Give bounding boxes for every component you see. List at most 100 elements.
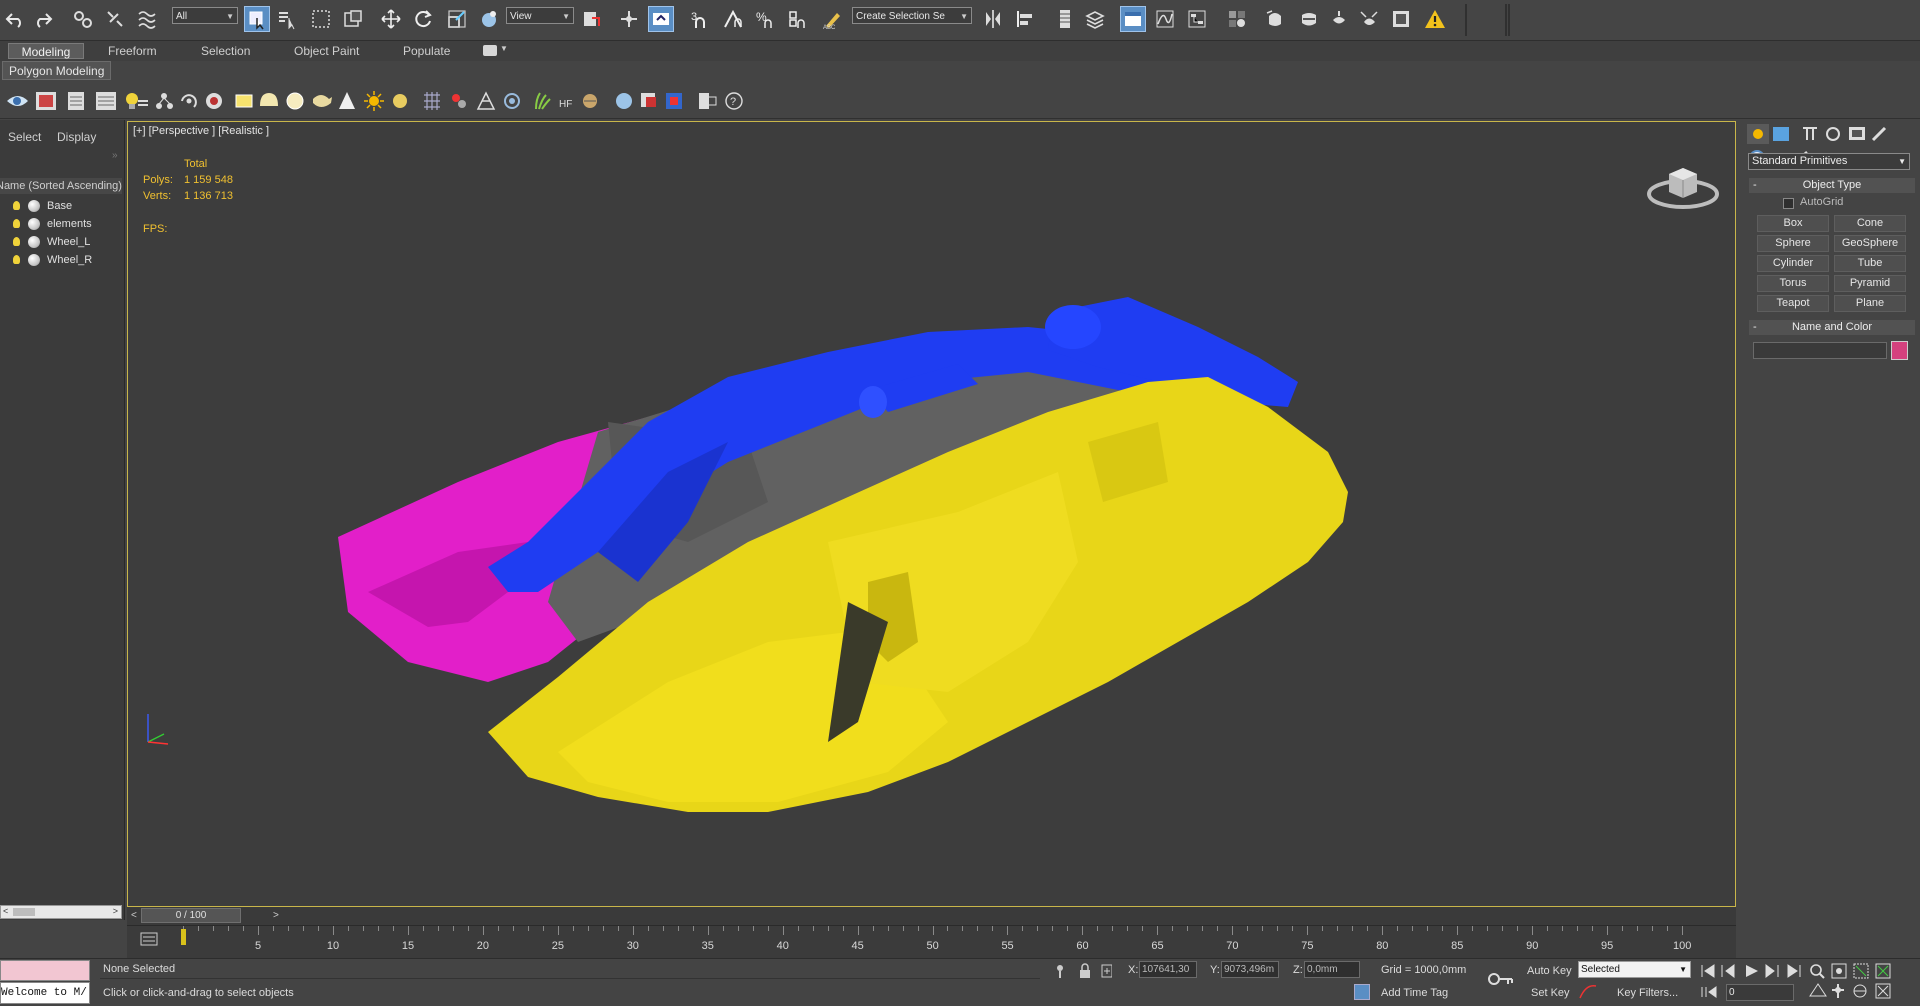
display-none-icon[interactable] bbox=[7, 96, 28, 106]
sun-light-icon[interactable] bbox=[364, 91, 384, 111]
auto-key-button[interactable]: Auto Key bbox=[1527, 965, 1572, 977]
maxscript-listener[interactable]: Welcome to M/ bbox=[0, 982, 90, 1004]
scene-explorer-column-header[interactable]: Name (Sorted Ascending) bbox=[0, 178, 122, 194]
space-warp-icon[interactable] bbox=[504, 93, 520, 109]
ribbon-panel-label[interactable]: Polygon Modeling bbox=[2, 61, 112, 80]
time-prev-icon[interactable]: < bbox=[131, 910, 137, 921]
current-frame-field[interactable]: 0 bbox=[1726, 984, 1794, 1001]
geosphere-button[interactable]: GeoSphere bbox=[1834, 235, 1906, 252]
time-slider[interactable]: < 0 / 100 > bbox=[127, 907, 1736, 925]
spinner-snap-icon[interactable] bbox=[784, 6, 810, 32]
window-crossing-icon[interactable] bbox=[340, 6, 366, 32]
box-primitive-icon[interactable] bbox=[235, 94, 253, 108]
select-by-name-icon[interactable] bbox=[274, 6, 300, 32]
render-setup-icon[interactable] bbox=[1262, 6, 1288, 32]
render-production-icon[interactable] bbox=[1326, 6, 1352, 32]
viewport-navigation-controls[interactable] bbox=[1808, 962, 1918, 1002]
scroll-left-icon[interactable]: < bbox=[3, 906, 8, 916]
time-next-icon[interactable]: > bbox=[273, 910, 279, 921]
mirror-icon[interactable] bbox=[980, 6, 1006, 32]
object-name-field[interactable] bbox=[1753, 342, 1887, 359]
named-selection-set-dropdown[interactable]: Create Selection Se ▼ bbox=[852, 7, 972, 24]
toggle-scene-explorer-icon[interactable] bbox=[1052, 6, 1078, 32]
object-sphere-icon[interactable] bbox=[28, 254, 40, 266]
hierarchy-icon[interactable] bbox=[156, 93, 173, 109]
pivot-center-icon[interactable] bbox=[578, 6, 604, 32]
status-toggles[interactable] bbox=[1052, 962, 1112, 980]
edit-named-selection-icon[interactable]: ABC bbox=[820, 6, 846, 32]
track-bar[interactable]: 5 10 15 20 25 30 35 40 45 50 55 60 65 70 75 80 85 90 95 100 bbox=[127, 925, 1736, 959]
plane-button[interactable]: Plane bbox=[1834, 295, 1906, 312]
cone-button[interactable]: Cone bbox=[1834, 215, 1906, 232]
ribbon-options-chevron-icon[interactable]: ▼ bbox=[500, 44, 508, 53]
set-key-mode-key-icon[interactable] bbox=[1488, 971, 1514, 987]
scrollbar-thumb[interactable] bbox=[13, 908, 35, 916]
redo-icon[interactable] bbox=[30, 6, 56, 32]
scene-item-wheel-r[interactable]: Wheel_R bbox=[0, 252, 122, 269]
scene-item-elements[interactable]: elements bbox=[0, 216, 122, 233]
maxscript-listener-top[interactable] bbox=[0, 960, 90, 981]
box-button[interactable]: Box bbox=[1757, 215, 1829, 232]
teapot-icon[interactable] bbox=[313, 95, 332, 107]
particle-icon[interactable] bbox=[535, 92, 551, 110]
light-bulb-icon[interactable] bbox=[13, 237, 20, 246]
light-bulb-icon[interactable] bbox=[13, 201, 20, 210]
unlink-icon[interactable] bbox=[102, 6, 128, 32]
display-invert-icon[interactable] bbox=[68, 92, 84, 110]
key-filters-button[interactable]: Key Filters... bbox=[1617, 987, 1678, 999]
time-slider-thumb[interactable]: 0 / 100 bbox=[141, 908, 241, 923]
render-in-cloud-icon[interactable] bbox=[1356, 6, 1382, 32]
help-icon[interactable]: ? bbox=[725, 92, 743, 110]
align-icon[interactable] bbox=[1012, 6, 1038, 32]
light-bulb-toggle-icon[interactable] bbox=[126, 93, 148, 109]
tab-populate[interactable]: Populate bbox=[393, 43, 460, 59]
tab-object-paint[interactable]: Object Paint bbox=[284, 43, 369, 59]
scale-icon[interactable] bbox=[444, 6, 470, 32]
biped-icon[interactable] bbox=[452, 94, 466, 108]
rotate-icon[interactable] bbox=[410, 6, 436, 32]
a360-gallery-icon[interactable] bbox=[1388, 6, 1414, 32]
globe-icon[interactable] bbox=[616, 93, 632, 109]
scene-explorer-tab-display[interactable]: Display bbox=[57, 130, 96, 144]
material-editor-icon[interactable] bbox=[1224, 6, 1250, 32]
reference-coordinate-dropdown[interactable]: View ▼ bbox=[506, 7, 574, 24]
toggle-ribbon-icon[interactable] bbox=[1120, 6, 1146, 32]
hair-fur-icon[interactable]: HF bbox=[559, 99, 572, 110]
rectangular-selection-icon[interactable] bbox=[308, 6, 334, 32]
primitive-category-dropdown[interactable]: Standard Primitives ▼ bbox=[1748, 153, 1910, 170]
tube-button[interactable]: Tube bbox=[1834, 255, 1906, 272]
xref-icon[interactable] bbox=[583, 94, 597, 108]
collapse-icon[interactable] bbox=[699, 93, 717, 109]
key-mode-toggle-icon[interactable] bbox=[1700, 984, 1720, 1000]
cylinder-button[interactable]: Cylinder bbox=[1757, 255, 1829, 272]
object-sphere-icon[interactable] bbox=[28, 236, 40, 248]
selection-filter-dropdown[interactable]: All ▼ bbox=[172, 7, 238, 24]
layers-icon[interactable] bbox=[641, 93, 656, 107]
display-options-icon[interactable] bbox=[96, 92, 116, 110]
select-manipulate-icon[interactable] bbox=[616, 6, 642, 32]
command-panel-tabs[interactable] bbox=[1747, 124, 1917, 144]
scene-explorer-scrollbar[interactable]: < > bbox=[0, 905, 122, 919]
time-tag-icon[interactable] bbox=[1354, 984, 1370, 1000]
light-bulb-icon[interactable] bbox=[13, 219, 20, 228]
x-coordinate-field[interactable]: 107641,30 bbox=[1139, 961, 1197, 978]
perspective-viewport[interactable]: [+] [Perspective ] [Realistic ] Total Po… bbox=[127, 121, 1736, 907]
curve-editor-icon[interactable] bbox=[1152, 6, 1178, 32]
hemisphere-icon[interactable] bbox=[260, 93, 278, 106]
warning-icon[interactable] bbox=[1422, 6, 1448, 32]
add-time-tag-button[interactable]: Add Time Tag bbox=[1381, 987, 1448, 999]
link-icon[interactable] bbox=[70, 6, 96, 32]
y-coordinate-field[interactable]: 9073,496m bbox=[1221, 961, 1279, 978]
object-type-rollout-header[interactable]: - Object Type bbox=[1749, 178, 1915, 193]
teapot-button[interactable]: Teapot bbox=[1757, 295, 1829, 312]
percent-snap-icon[interactable]: % bbox=[752, 6, 778, 32]
keyboard-shortcut-override-icon[interactable] bbox=[648, 6, 674, 32]
scroll-right-icon[interactable]: > bbox=[113, 906, 118, 916]
scene-explorer-tab-select[interactable]: Select bbox=[8, 130, 41, 144]
cone-icon[interactable] bbox=[339, 92, 355, 109]
object-color-swatch[interactable] bbox=[1891, 341, 1908, 360]
rendered-frame-window-icon[interactable] bbox=[1296, 6, 1322, 32]
object-sphere-icon[interactable] bbox=[28, 200, 40, 212]
schematic-view-icon[interactable] bbox=[1184, 6, 1210, 32]
key-mode-dropdown[interactable]: Selected ▼ bbox=[1578, 961, 1691, 978]
